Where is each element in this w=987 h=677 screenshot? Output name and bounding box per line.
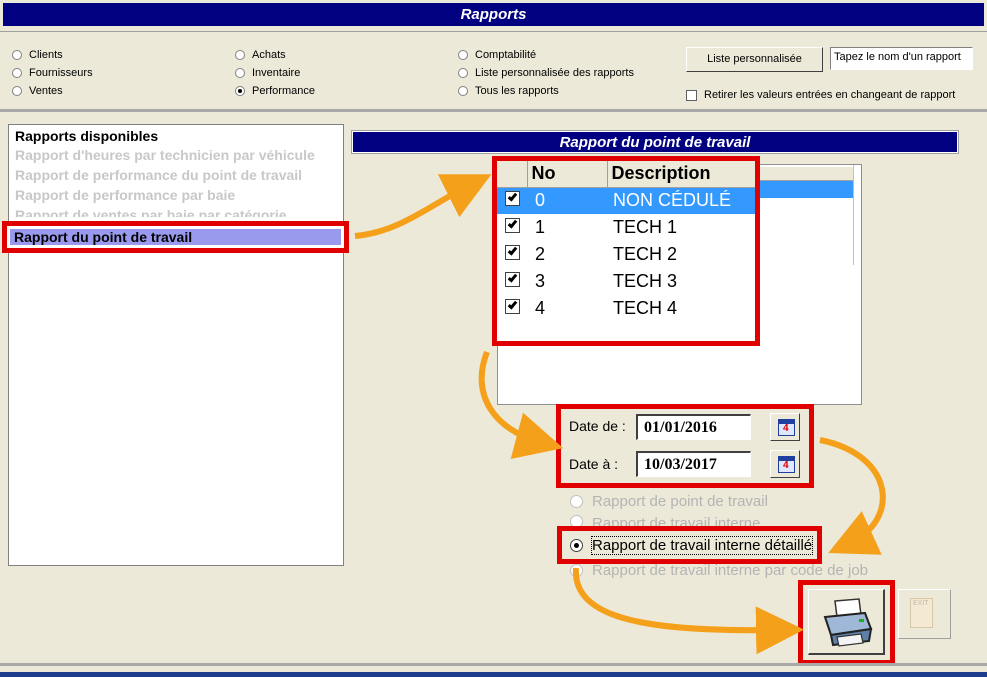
arrow-list-to-table	[354, 174, 492, 239]
arrow-dates-to-type	[819, 437, 886, 555]
arrow-type-to-print	[572, 567, 804, 655]
annotation-arrows	[354, 174, 886, 655]
status-bar	[0, 663, 987, 677]
arrow-table-to-dates	[478, 350, 564, 459]
